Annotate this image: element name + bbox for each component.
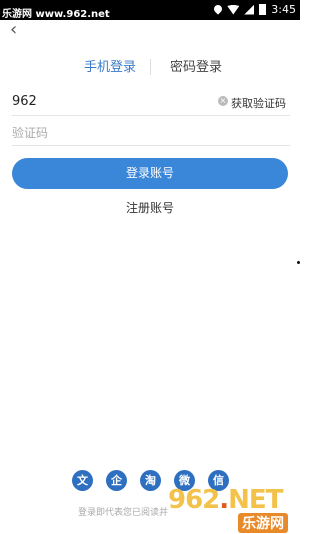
login-button[interactable]: 登录账号 [12,158,288,189]
text-login-icon[interactable]: 文 [72,470,93,491]
status-icons: 3:45 [214,3,296,16]
qq-icon[interactable]: 企 [106,470,127,491]
signal-icon [244,4,255,15]
watermark-site-text: 乐游网 www.962.net [2,9,110,20]
battery-icon [259,4,267,15]
tab-password-login[interactable]: 密码登录 [170,56,222,75]
register-link[interactable]: 注册账号 [0,199,300,216]
watermark-number: 962.NET [168,485,283,515]
verification-code-input[interactable]: 验证码 [12,120,290,146]
back-chevron-icon[interactable]: ‹ [10,21,24,39]
location-icon [214,5,222,15]
agreement-text: 登录即代表您已阅读并 [78,508,169,518]
login-tabs: 手机登录 密码登录 [0,56,300,78]
tab-phone-login[interactable]: 手机登录 [84,56,136,75]
clock: 3:45 [271,3,296,16]
tab-divider [150,59,151,75]
taobao-icon[interactable]: 淘 [140,470,161,491]
get-code-button[interactable]: 获取验证码 [231,95,286,111]
status-bar: 乐游网 www.962.net 3:45 [0,0,300,20]
watermark-label: 乐游网 [238,513,288,533]
clear-icon[interactable]: × [218,96,228,106]
wifi-icon [227,4,240,15]
phone-value[interactable]: 962 [12,94,37,109]
phone-input[interactable]: 962 × 获取验证码 [12,90,290,116]
page-dot [297,261,300,264]
code-placeholder: 验证码 [12,126,49,140]
watermark-logo: 962.NET 乐游网 [168,485,296,533]
